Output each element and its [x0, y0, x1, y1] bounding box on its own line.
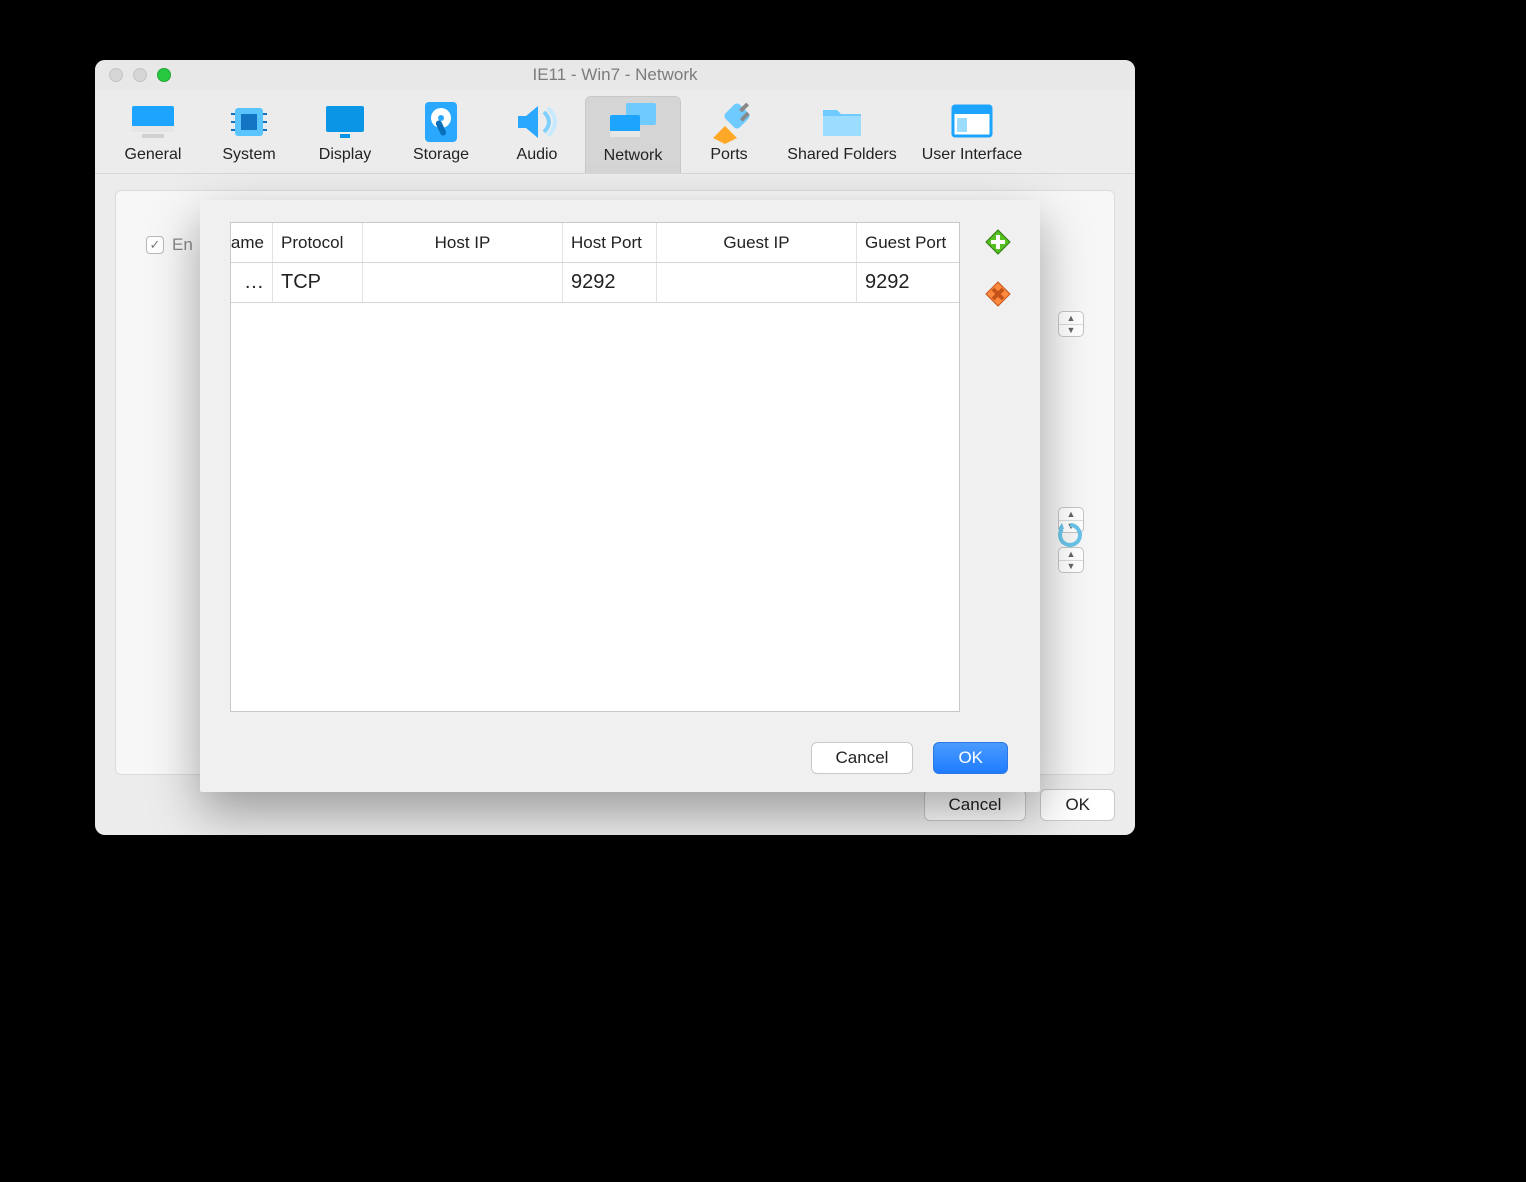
ui-icon	[947, 100, 997, 144]
network-icon	[608, 101, 658, 145]
table-header-row: lame Protocol Host IP Host Port Guest IP…	[231, 223, 959, 263]
cell-guest-port[interactable]: 9292	[857, 263, 957, 302]
rule-buttons	[982, 226, 1014, 310]
window-title: IE11 - Win7 - Network	[95, 65, 1135, 85]
table-row[interactable]: … TCP 9292 9292	[231, 263, 959, 303]
cell-protocol[interactable]: TCP	[273, 263, 363, 302]
cell-host-ip[interactable]	[363, 263, 563, 302]
tab-label: General	[125, 146, 182, 164]
port-forwarding-table: lame Protocol Host IP Host Port Guest IP…	[230, 222, 960, 712]
enable-adapter-checkbox[interactable]: ✓	[146, 236, 164, 254]
window-footer: Cancel OK	[924, 789, 1115, 821]
col-guest-port[interactable]: Guest Port	[857, 223, 957, 262]
enable-adapter-row: ✓ En	[146, 235, 193, 255]
disk-icon	[416, 100, 466, 144]
window-ok-button[interactable]: OK	[1040, 789, 1115, 821]
tab-shared-folders[interactable]: Shared Folders	[777, 96, 907, 173]
stepper[interactable]: ▲▼	[1058, 311, 1084, 337]
refresh-icon[interactable]	[1056, 521, 1084, 549]
chip-icon	[224, 100, 274, 144]
tab-label: Shared Folders	[787, 146, 896, 164]
tab-network[interactable]: Network	[585, 96, 681, 173]
col-protocol[interactable]: Protocol	[273, 223, 363, 262]
cell-host-port[interactable]: 9292	[563, 263, 657, 302]
tab-system[interactable]: System	[201, 96, 297, 173]
cell-name[interactable]: …	[231, 263, 273, 302]
tab-label: Storage	[413, 146, 469, 164]
folder-icon	[817, 100, 867, 144]
settings-toolbar: General System Display Storage Audio	[95, 90, 1135, 174]
tab-label: Network	[604, 147, 663, 165]
traffic-lights	[95, 68, 171, 82]
port-forwarding-dialog: lame Protocol Host IP Host Port Guest IP…	[200, 200, 1040, 792]
dialog-ok-button[interactable]: OK	[933, 742, 1008, 774]
tab-label: System	[222, 146, 275, 164]
plug-icon	[704, 100, 754, 144]
remove-rule-button[interactable]	[982, 278, 1014, 310]
window-minimize[interactable]	[133, 68, 147, 82]
tab-label: Audio	[517, 146, 558, 164]
display-icon	[320, 100, 370, 144]
monitor-icon	[128, 100, 178, 144]
tab-display[interactable]: Display	[297, 96, 393, 173]
tab-ports[interactable]: Ports	[681, 96, 777, 173]
col-name[interactable]: lame	[231, 223, 273, 262]
tab-general[interactable]: General	[105, 96, 201, 173]
tab-label: Display	[319, 146, 371, 164]
cell-guest-ip[interactable]	[657, 263, 857, 302]
col-host-port[interactable]: Host Port	[563, 223, 657, 262]
tab-label: Ports	[710, 146, 747, 164]
add-rule-button[interactable]	[982, 226, 1014, 258]
tab-user-interface[interactable]: User Interface	[907, 96, 1037, 173]
stepper[interactable]: ▲▼	[1058, 547, 1084, 573]
window-cancel-button[interactable]: Cancel	[924, 789, 1027, 821]
window-close[interactable]	[109, 68, 123, 82]
col-host-ip[interactable]: Host IP	[363, 223, 563, 262]
speaker-icon	[512, 100, 562, 144]
window-maximize[interactable]	[157, 68, 171, 82]
tab-audio[interactable]: Audio	[489, 96, 585, 173]
col-guest-ip[interactable]: Guest IP	[657, 223, 857, 262]
dialog-footer: Cancel OK	[811, 742, 1008, 774]
enable-adapter-label-fragment: En	[172, 235, 193, 255]
dialog-cancel-button[interactable]: Cancel	[811, 742, 914, 774]
titlebar: IE11 - Win7 - Network	[95, 60, 1135, 90]
tab-storage[interactable]: Storage	[393, 96, 489, 173]
tab-label: User Interface	[922, 146, 1022, 164]
